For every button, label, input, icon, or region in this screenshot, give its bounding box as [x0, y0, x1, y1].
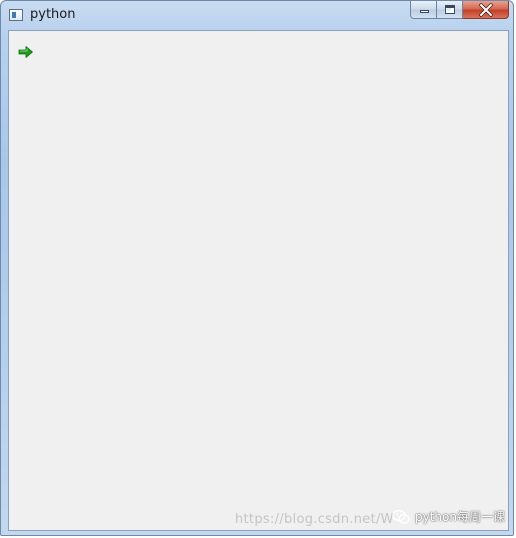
wechat-icon — [392, 509, 410, 524]
close-icon — [479, 3, 493, 17]
minimize-button[interactable] — [410, 1, 437, 19]
watermark-brand-text: python每周一课 — [415, 510, 505, 524]
maximize-icon — [445, 5, 455, 14]
minimize-icon — [420, 10, 429, 13]
watermark-brand: python每周一课 — [392, 508, 505, 525]
app-window-icon[interactable] — [9, 9, 23, 21]
green-arrow-right-icon[interactable] — [18, 45, 34, 59]
maximize-button[interactable] — [437, 1, 463, 19]
close-button[interactable] — [463, 1, 509, 19]
app-window: python https://blog.csdn.net/W python每周一… — [0, 0, 514, 536]
client-area: https://blog.csdn.net/W python每周一课 — [8, 30, 509, 531]
window-title: python — [30, 7, 76, 22]
caption-buttons — [410, 1, 509, 20]
title-bar[interactable]: python — [1, 1, 513, 30]
watermark-url: https://blog.csdn.net/W — [235, 512, 394, 527]
